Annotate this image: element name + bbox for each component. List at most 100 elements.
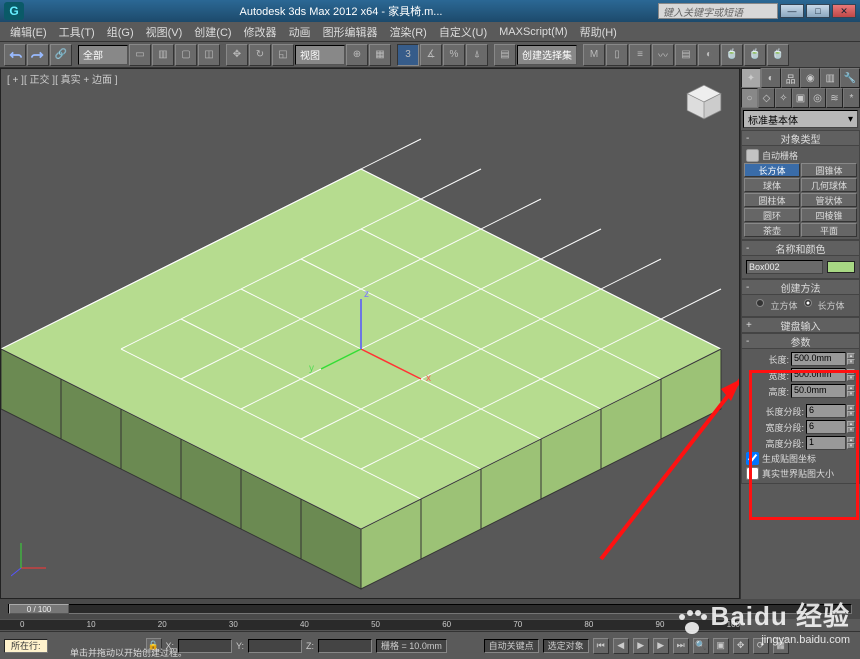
window-crossing-button[interactable]: ◫ — [198, 44, 220, 66]
play-start-button[interactable]: ⏮ — [593, 638, 609, 654]
subtab-systems[interactable]: * — [843, 88, 860, 108]
render-setup-button[interactable]: 🍵 — [721, 44, 743, 66]
autogrid-checkbox[interactable] — [746, 149, 759, 162]
time-thumb[interactable]: 0 / 100 — [9, 604, 69, 614]
zoom-button[interactable]: 🔍 — [693, 638, 709, 654]
btn-torus[interactable]: 圆环 — [744, 208, 800, 222]
menu-tools[interactable]: 工具(T) — [53, 24, 101, 40]
tab-modify[interactable]: ◐ — [761, 68, 781, 88]
menu-grapheditors[interactable]: 图形编辑器 — [317, 24, 384, 40]
autokey-button[interactable]: 自动关键点 — [484, 639, 539, 653]
menu-modifiers[interactable]: 修改器 — [238, 24, 283, 40]
menu-group[interactable]: 组(G) — [101, 24, 140, 40]
gen-uv-checkbox[interactable] — [746, 452, 759, 465]
coord-z-field[interactable] — [318, 639, 372, 653]
btn-plane[interactable]: 平面 — [801, 223, 857, 237]
view-cube[interactable] — [683, 81, 725, 123]
schematic-button[interactable]: ▤ — [675, 44, 697, 66]
btn-teapot[interactable]: 茶壶 — [744, 223, 800, 237]
rollout-objtype-header[interactable]: -对象类型 — [741, 130, 860, 146]
menu-customize[interactable]: 自定义(U) — [433, 24, 493, 40]
btn-cone[interactable]: 圆锥体 — [801, 163, 857, 177]
box-object[interactable]: x y z — [1, 69, 739, 598]
subtab-shapes[interactable]: ◇ — [758, 88, 775, 108]
angle-snap-button[interactable]: ∡ — [420, 44, 442, 66]
primitive-category-dropdown[interactable]: 标准基本体▾ — [743, 110, 858, 128]
subtab-helpers[interactable]: ◎ — [809, 88, 826, 108]
link-button[interactable]: 🔗 — [50, 44, 72, 66]
mirror-button[interactable]: M — [583, 44, 605, 66]
length-spinner[interactable]: 500.0mm — [791, 352, 846, 366]
select-region-button[interactable]: ▢ — [175, 44, 197, 66]
width-spinner[interactable]: 500.0mm — [791, 368, 846, 382]
select-scale-button[interactable]: ◱ — [272, 44, 294, 66]
rollout-createmethod-header[interactable]: -创建方法 — [741, 279, 860, 295]
subtab-geometry[interactable]: ○ — [741, 88, 758, 108]
radio-cube[interactable] — [756, 299, 764, 307]
select-rotate-button[interactable]: ↻ — [249, 44, 271, 66]
maximize-button[interactable]: □ — [806, 4, 830, 18]
material-editor-button[interactable]: ◐ — [698, 44, 720, 66]
btn-cylinder[interactable]: 圆柱体 — [744, 193, 800, 207]
object-name-field[interactable]: Box002 — [746, 260, 823, 274]
curve-editor-button[interactable]: 〰 — [652, 44, 674, 66]
zoom-all-button[interactable]: ▣ — [713, 638, 729, 654]
menu-rendering[interactable]: 渲染(R) — [384, 24, 433, 40]
rollout-kbentry-header[interactable]: +键盘输入 — [741, 317, 860, 333]
tab-display[interactable]: ▥ — [820, 68, 840, 88]
track-bar[interactable]: 0102030405060708090100 — [0, 619, 740, 631]
select-name-button[interactable]: ▥ — [152, 44, 174, 66]
menu-edit[interactable]: 编辑(E) — [4, 24, 53, 40]
menu-maxscript[interactable]: MAXScript(M) — [493, 26, 573, 38]
menu-help[interactable]: 帮助(H) — [574, 24, 623, 40]
viewport[interactable]: x y z — [1, 69, 739, 598]
btn-pyramid[interactable]: 四棱锥 — [801, 208, 857, 222]
tab-create[interactable]: ✦ — [741, 68, 761, 88]
play-next-button[interactable]: ▶ — [653, 638, 669, 654]
tab-motion[interactable]: ◉ — [800, 68, 820, 88]
layers-button[interactable]: ≡ — [629, 44, 651, 66]
close-button[interactable]: ✕ — [832, 4, 856, 18]
selection-filter[interactable]: 全部 — [78, 45, 128, 65]
maximize-viewport-button[interactable]: ▦ — [773, 638, 789, 654]
subtab-spacewraps[interactable]: ≋ — [826, 88, 843, 108]
pivot-button[interactable]: ⊕ — [346, 44, 368, 66]
real-uv-checkbox[interactable] — [746, 467, 759, 480]
btn-tube[interactable]: 管状体 — [801, 193, 857, 207]
radio-box[interactable] — [804, 299, 812, 307]
spinner-snap-button[interactable]: ⍋ — [466, 44, 488, 66]
align-button[interactable]: ▯ — [606, 44, 628, 66]
btn-box[interactable]: 长方体 — [744, 163, 800, 177]
tab-hierarchy[interactable]: 品 — [781, 68, 801, 88]
selection-lock-button[interactable]: ▦ — [369, 44, 391, 66]
rollout-params-header[interactable]: -参数 — [741, 333, 860, 349]
subtab-lights[interactable]: ✧ — [775, 88, 792, 108]
redo-button[interactable] — [27, 44, 49, 66]
maxscript-mini-listener[interactable]: 所在行: — [4, 639, 48, 653]
play-end-button[interactable]: ⏭ — [673, 638, 689, 654]
menu-views[interactable]: 视图(V) — [140, 24, 189, 40]
named-selset-combo[interactable]: 创建选择集 — [517, 45, 577, 65]
widthsegs-spinner[interactable]: 6 — [806, 420, 846, 434]
btn-geosphere[interactable]: 几何球体 — [801, 178, 857, 192]
pan-button[interactable]: ✥ — [733, 638, 749, 654]
minimize-button[interactable]: — — [780, 4, 804, 18]
play-button[interactable]: ▶ — [633, 638, 649, 654]
height-spinner[interactable]: 50.0mm — [791, 384, 846, 398]
coord-y-field[interactable] — [248, 639, 302, 653]
subtab-cameras[interactable]: ▣ — [792, 88, 809, 108]
orbit-button[interactable]: ⟳ — [753, 638, 769, 654]
undo-button[interactable] — [4, 44, 26, 66]
snap-toggle-button[interactable]: 3 — [397, 44, 419, 66]
percent-snap-button[interactable]: % — [443, 44, 465, 66]
rollout-namecolor-header[interactable]: -名称和颜色 — [741, 240, 860, 256]
select-move-button[interactable]: ✥ — [226, 44, 248, 66]
help-search-input[interactable]: 键入关键字或短语 — [658, 3, 778, 19]
render-button[interactable]: 🍵 — [767, 44, 789, 66]
select-object-button[interactable]: ▭ — [129, 44, 151, 66]
play-prev-button[interactable]: ◀ — [613, 638, 629, 654]
menu-animation[interactable]: 动画 — [283, 24, 317, 40]
time-slider[interactable]: 0 / 100 — [0, 599, 860, 619]
named-sel-button[interactable]: ▤ — [494, 44, 516, 66]
object-color-swatch[interactable] — [827, 261, 855, 273]
